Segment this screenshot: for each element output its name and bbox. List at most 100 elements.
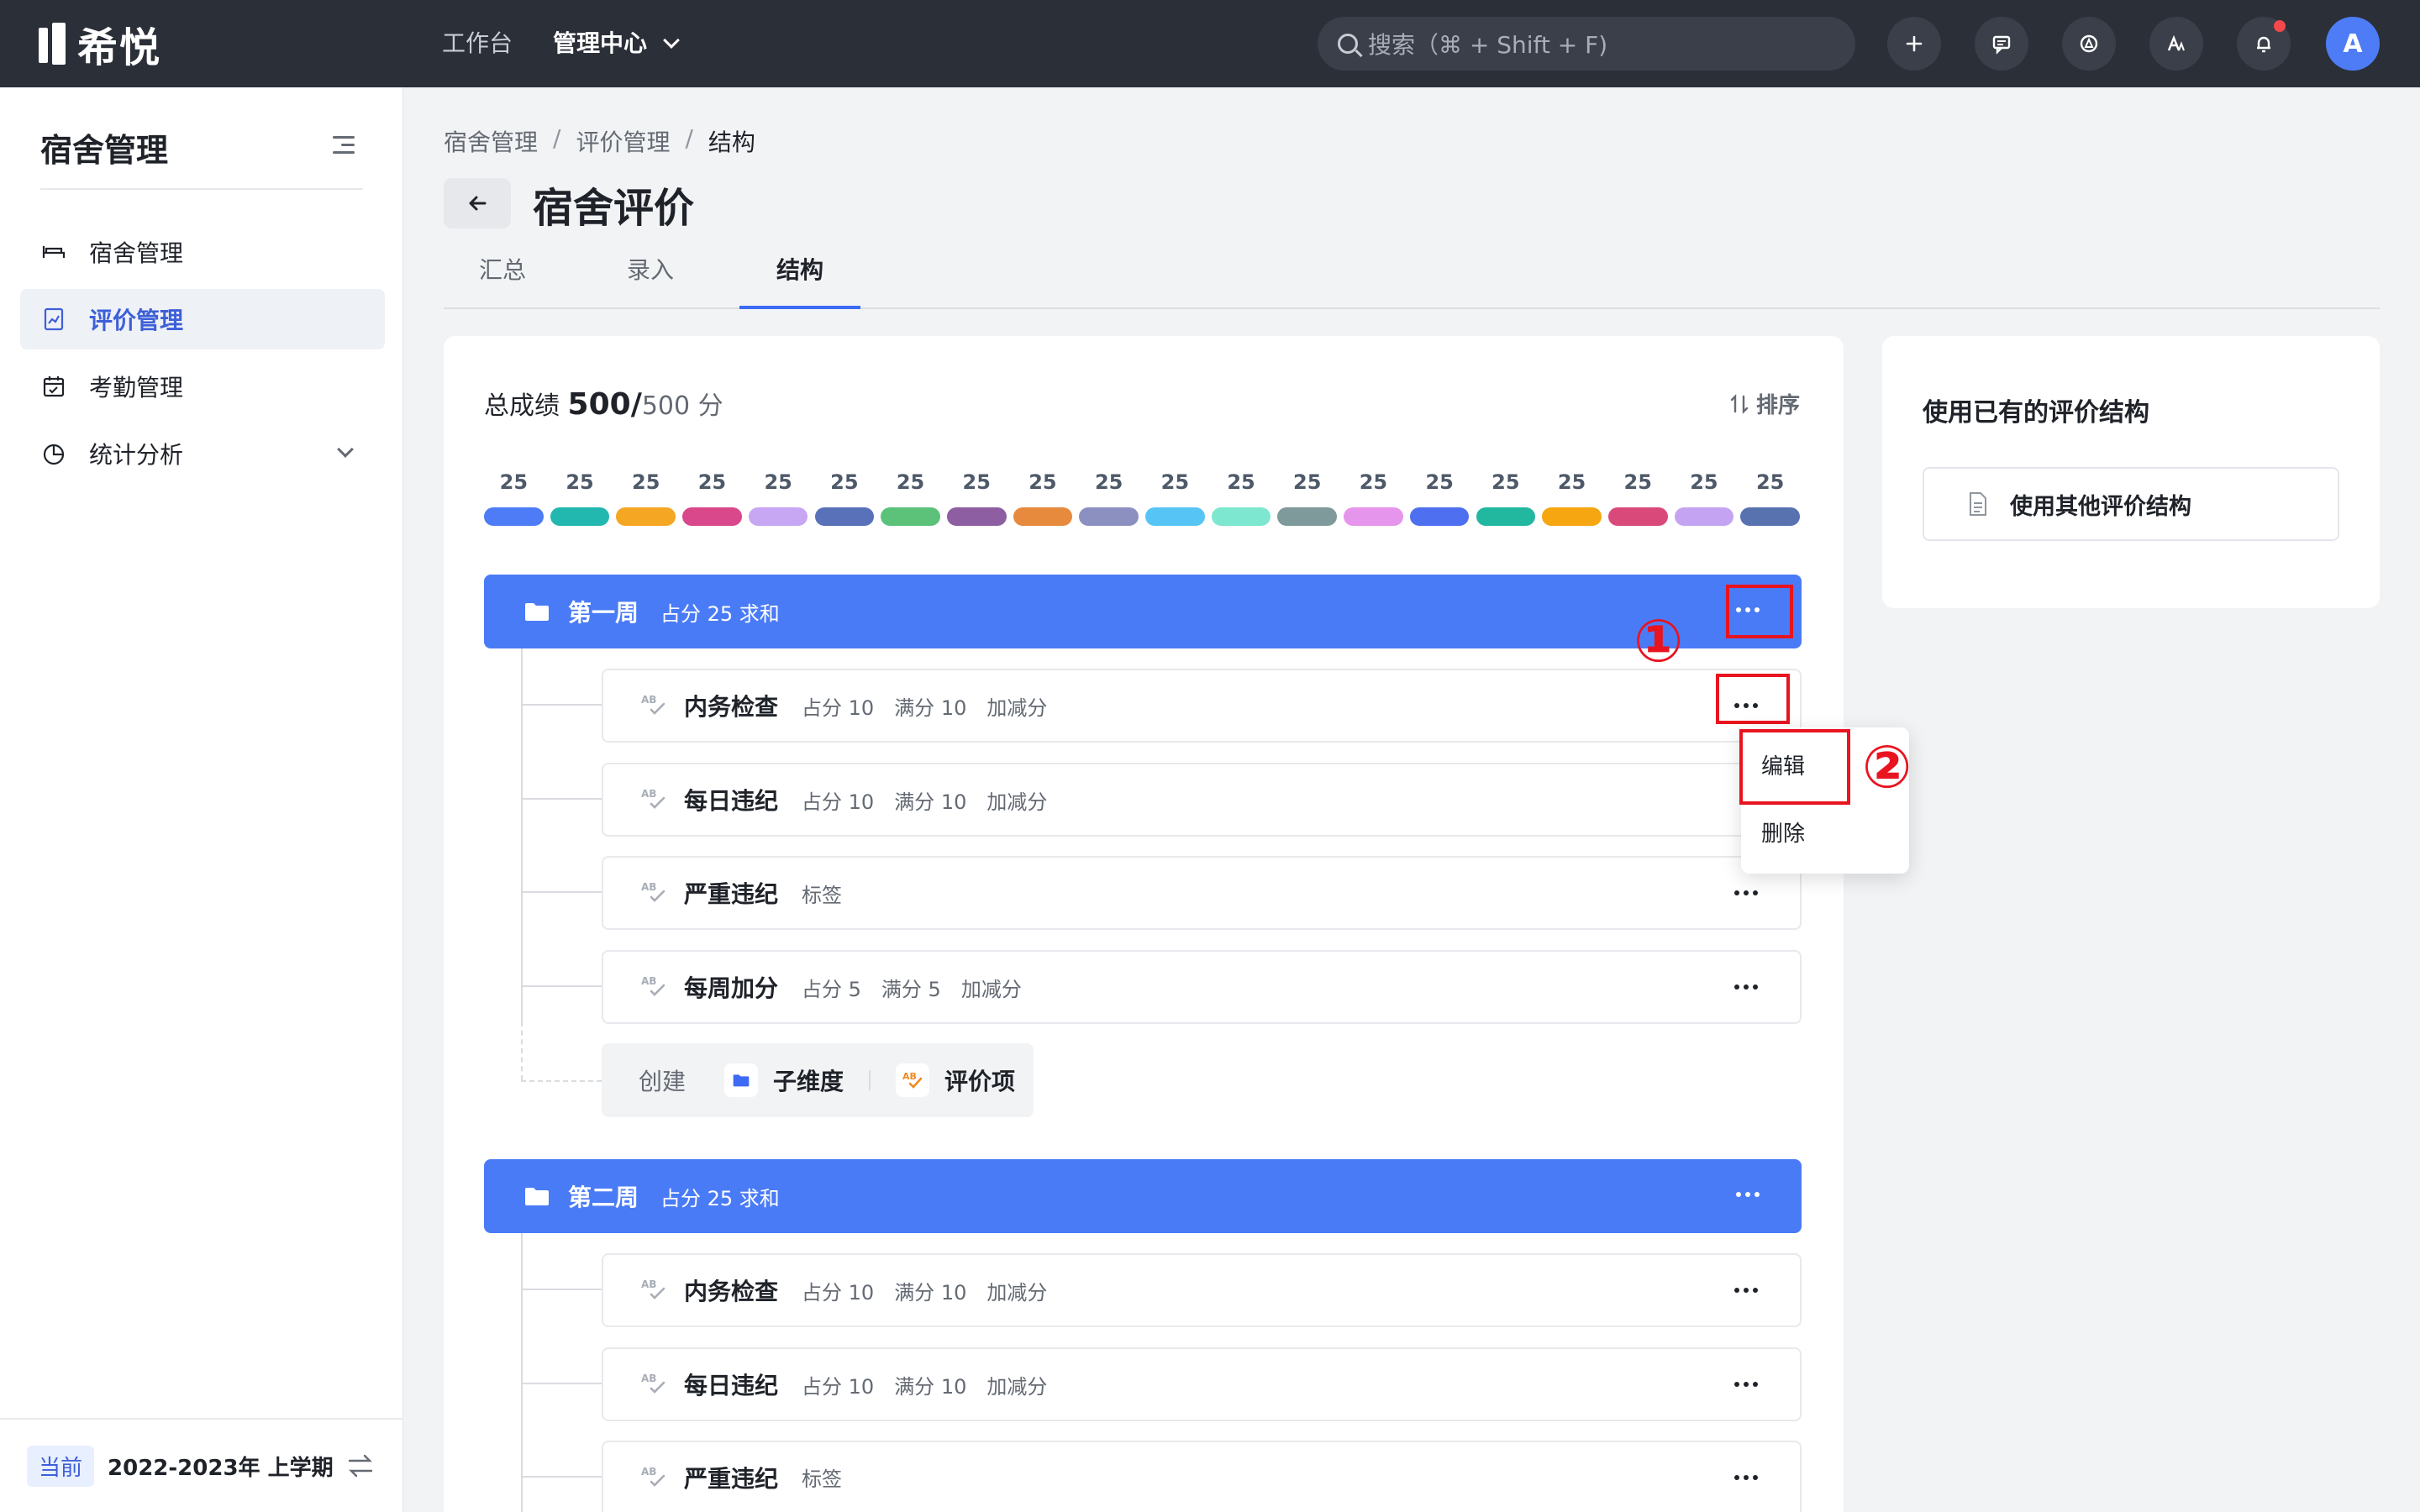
user-avatar[interactable]: A: [2326, 17, 2380, 71]
pill-value: 25: [499, 470, 529, 494]
score-pill[interactable]: [1409, 507, 1470, 526]
nav-workbench[interactable]: 工作台: [442, 25, 513, 62]
score-pill[interactable]: [1476, 507, 1536, 526]
score-pill[interactable]: [1607, 507, 1668, 526]
more-options-icon[interactable]: [1721, 1459, 1771, 1496]
sidebar-item-attendance[interactable]: 考勤管理: [20, 356, 385, 417]
total-value: 500/: [567, 387, 642, 422]
search-input[interactable]: 搜索（⌘ + Shift + F): [1318, 17, 1855, 71]
plus-button[interactable]: [1887, 17, 1941, 71]
breadcrumb-item[interactable]: 评价管理: [576, 124, 670, 158]
structure-card: 总成绩 500/500 分 排序 25 25 25 25 25 25 25 25 25 25 25 2…: [444, 336, 1844, 1512]
pill-value: 25: [1359, 470, 1388, 494]
tab-structure[interactable]: 结构: [739, 252, 860, 309]
sidebar-item-statistics[interactable]: 统计分析: [20, 423, 385, 484]
more-options-icon[interactable]: [1721, 874, 1771, 911]
score-pill[interactable]: [946, 507, 1007, 526]
create-bar: 创建 子维度 AB 评价项: [602, 1043, 1034, 1117]
sidebar-item-dorm[interactable]: 宿舍管理: [20, 222, 385, 282]
item-meta: 加减分: [986, 696, 1048, 720]
app-logo[interactable]: 希悦: [39, 18, 161, 71]
score-pill[interactable]: [814, 507, 875, 526]
group-row[interactable]: 第一周 占分 25 求和: [484, 575, 1802, 648]
score-pill[interactable]: [1277, 507, 1338, 526]
pill-value: 25: [1755, 470, 1785, 494]
collapse-sidebar-icon[interactable]: [333, 136, 355, 155]
pill-value: 25: [1623, 470, 1652, 494]
score-pill[interactable]: [881, 507, 940, 526]
score-pill[interactable]: [1542, 507, 1602, 526]
page-title: 宿舍评价: [533, 185, 695, 232]
tab-summary[interactable]: 汇总: [444, 252, 561, 309]
tree-branch: [521, 798, 602, 800]
score-pill[interactable]: [748, 507, 808, 526]
pill-value: 25: [1160, 470, 1190, 494]
nav-management-label: 管理中心: [553, 29, 648, 57]
breadcrumb-separator: /: [553, 124, 561, 152]
sidebar: 宿舍管理 宿舍管理 评价管理 考勤管理 统计分析 当前 2022-2023年 上…: [0, 87, 403, 1512]
sub-dimension-label: 子维度: [773, 1068, 844, 1095]
pie-chart-icon: [40, 440, 67, 467]
sidebar-item-evaluation[interactable]: 评价管理: [20, 289, 385, 349]
translate-button[interactable]: [2149, 17, 2203, 71]
svg-text:AB: AB: [641, 881, 656, 893]
tree-branch: [521, 891, 602, 893]
eval-item-row[interactable]: AB 内务检查 占分 10 满分 10 加减分: [602, 669, 1802, 743]
nav-management-center[interactable]: 管理中心: [553, 25, 680, 62]
swap-icon[interactable]: [346, 1453, 375, 1478]
score-pill[interactable]: [484, 507, 544, 526]
back-button[interactable]: [444, 178, 511, 228]
group-row[interactable]: 第二周 占分 25 求和: [484, 1159, 1802, 1233]
svg-text:AB: AB: [902, 1071, 917, 1082]
chevron-down-icon: [663, 32, 680, 49]
score-pill[interactable]: [616, 507, 676, 526]
eval-item-row[interactable]: AB 每日违纪 占分 10 满分 10 加减分: [602, 1347, 1802, 1421]
group-meta: 占分 25 求和: [660, 1186, 780, 1210]
annotation-number-2: ②: [1862, 732, 1912, 801]
tab-entry[interactable]: 录入: [592, 252, 709, 309]
svg-text:AB: AB: [641, 1373, 656, 1384]
pill-value: 25: [1028, 470, 1057, 494]
more-options-icon[interactable]: [1721, 1366, 1771, 1403]
item-name: 内务检查: [684, 1278, 779, 1305]
eval-item-row[interactable]: AB 内务检查 占分 10 满分 10 加减分: [602, 1253, 1802, 1327]
score-pill[interactable]: [1211, 507, 1271, 526]
score-pill[interactable]: [1013, 507, 1073, 526]
score-pill[interactable]: [682, 507, 742, 526]
tab-bar: 汇总 录入 结构: [444, 252, 2380, 309]
message-button[interactable]: [1975, 17, 2028, 71]
score-pill[interactable]: [1145, 507, 1205, 526]
score-pill[interactable]: [1674, 507, 1734, 526]
item-meta: 满分 10: [894, 1280, 967, 1305]
notification-button[interactable]: [2237, 17, 2291, 71]
folder-icon: [525, 1188, 549, 1205]
eval-item-row[interactable]: AB 严重违纪 标签: [602, 1441, 1802, 1512]
item-meta: 占分 10: [802, 790, 875, 814]
create-sub-dimension-button[interactable]: 子维度: [724, 1063, 844, 1097]
menu-item-delete[interactable]: 删除: [1761, 816, 1805, 848]
score-pill[interactable]: [1740, 507, 1800, 526]
tree-branch: [521, 1383, 602, 1384]
use-other-structure-button[interactable]: 使用其他评价结构: [1923, 467, 2339, 541]
tree-branch-dashed: [521, 1080, 602, 1082]
use-other-structure-label: 使用其他评价结构: [2010, 493, 2191, 520]
score-pill[interactable]: [1079, 507, 1139, 526]
compass-button[interactable]: [2062, 17, 2116, 71]
eval-item-row[interactable]: AB 每日违纪 占分 10 满分 10 加减分: [602, 763, 1802, 837]
create-eval-item-button[interactable]: AB 评价项: [896, 1063, 1015, 1097]
sort-button[interactable]: 排序: [1729, 388, 1800, 419]
ab-check-icon: AB: [640, 974, 667, 1000]
breadcrumb-item[interactable]: 宿舍管理: [444, 124, 538, 158]
more-options-icon[interactable]: [1723, 1176, 1773, 1213]
more-options-icon[interactable]: [1721, 969, 1771, 1005]
item-name: 每日违纪: [684, 1372, 779, 1399]
score-pill[interactable]: [1344, 507, 1403, 526]
term-selector[interactable]: 当前 2022-2023年 上学期: [0, 1418, 403, 1512]
pill-value: 25: [1425, 470, 1454, 494]
item-meta: 满分 10: [894, 696, 967, 720]
sidebar-item-label: 考勤管理: [89, 374, 184, 402]
eval-item-row[interactable]: AB 严重违纪 标签: [602, 856, 1802, 930]
more-options-icon[interactable]: [1721, 1272, 1771, 1309]
score-pill[interactable]: [550, 507, 610, 526]
eval-item-row[interactable]: AB 每周加分 占分 5 满分 5 加减分: [602, 950, 1802, 1024]
